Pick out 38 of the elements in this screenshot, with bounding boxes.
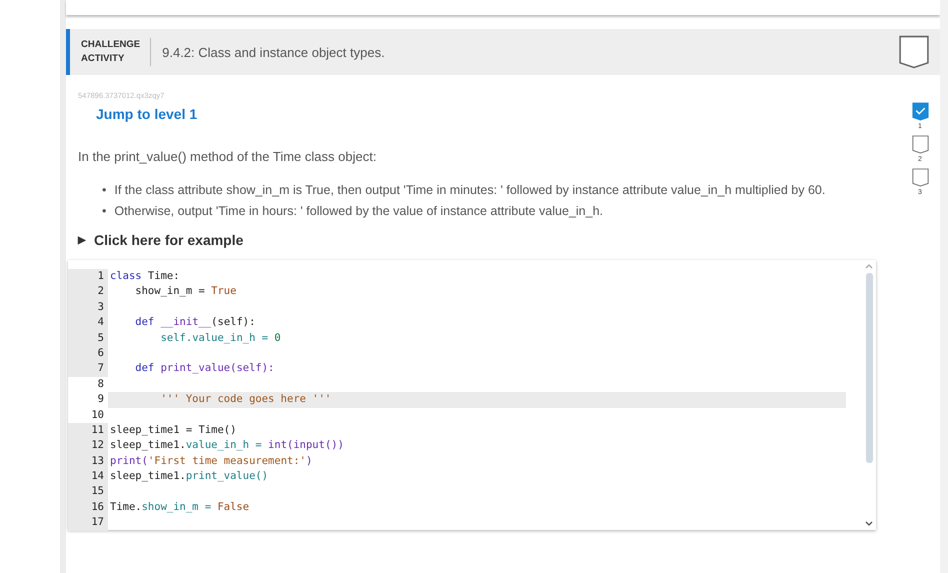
line-number: 15 [68,484,108,500]
code-line[interactable]: def __init__(self): [108,315,846,331]
line-number: 13 [68,454,108,470]
line-number: 4 [68,315,108,331]
code-line[interactable]: def print_value(self): [108,361,846,377]
line-number: 7 [68,361,108,377]
line-number: 5 [68,330,108,346]
scrollbar-thumb[interactable] [866,273,872,463]
code-line[interactable]: Time.show_in_m = False [108,500,846,516]
line-number: 8 [68,376,108,392]
instruction-bullet: If the class attribute show_in_m is True, then output 'Time in minutes: ' followed by instance attribute value_in_h multiplied by 60. [114,182,826,199]
bullet-marker: • [102,203,106,220]
code-line[interactable]: sleep_time1.value_in_h = int(input()) [108,438,846,454]
jump-to-level-link[interactable]: Jump to level 1 [96,106,198,122]
code-line[interactable]: sleep_time1 = Time() [108,422,846,438]
code-line[interactable]: class Time: [108,269,846,284]
line-number: 3 [68,300,108,316]
code-line[interactable]: sleep_time1.print_value() [108,469,846,484]
line-number: 6 [68,346,108,362]
scroll-up-icon[interactable] [865,264,873,269]
activity-type-label: CHALLENGE [81,38,140,52]
line-number: 2 [68,284,108,300]
line-number: 17 [68,515,108,531]
activity-title: 9.4.2: Class and instance object types. [161,44,386,60]
code-line[interactable]: self.value_in_h = 0 [108,330,846,346]
scroll-down-icon[interactable] [865,521,873,526]
line-number: 14 [68,469,108,484]
example-toggle[interactable]: ▶ Click here for example [78,232,900,248]
line-number: 16 [68,500,108,516]
code-line[interactable]: show_in_m = True [108,284,846,300]
bullet-marker: • [102,182,106,199]
line-number: 11 [68,422,108,438]
code-line[interactable]: print('First time measurement:') [108,454,846,470]
instruction-text: In the print_value() method of the Time class object: [78,149,378,164]
line-number: 1 [68,269,108,284]
line-number: 12 [68,438,108,454]
activity-type-label: ACTIVITY [81,52,126,66]
instruction-bullet: Otherwise, output 'Time in hours: ' followed by the value of instance attribute value_in_h. [114,203,604,220]
